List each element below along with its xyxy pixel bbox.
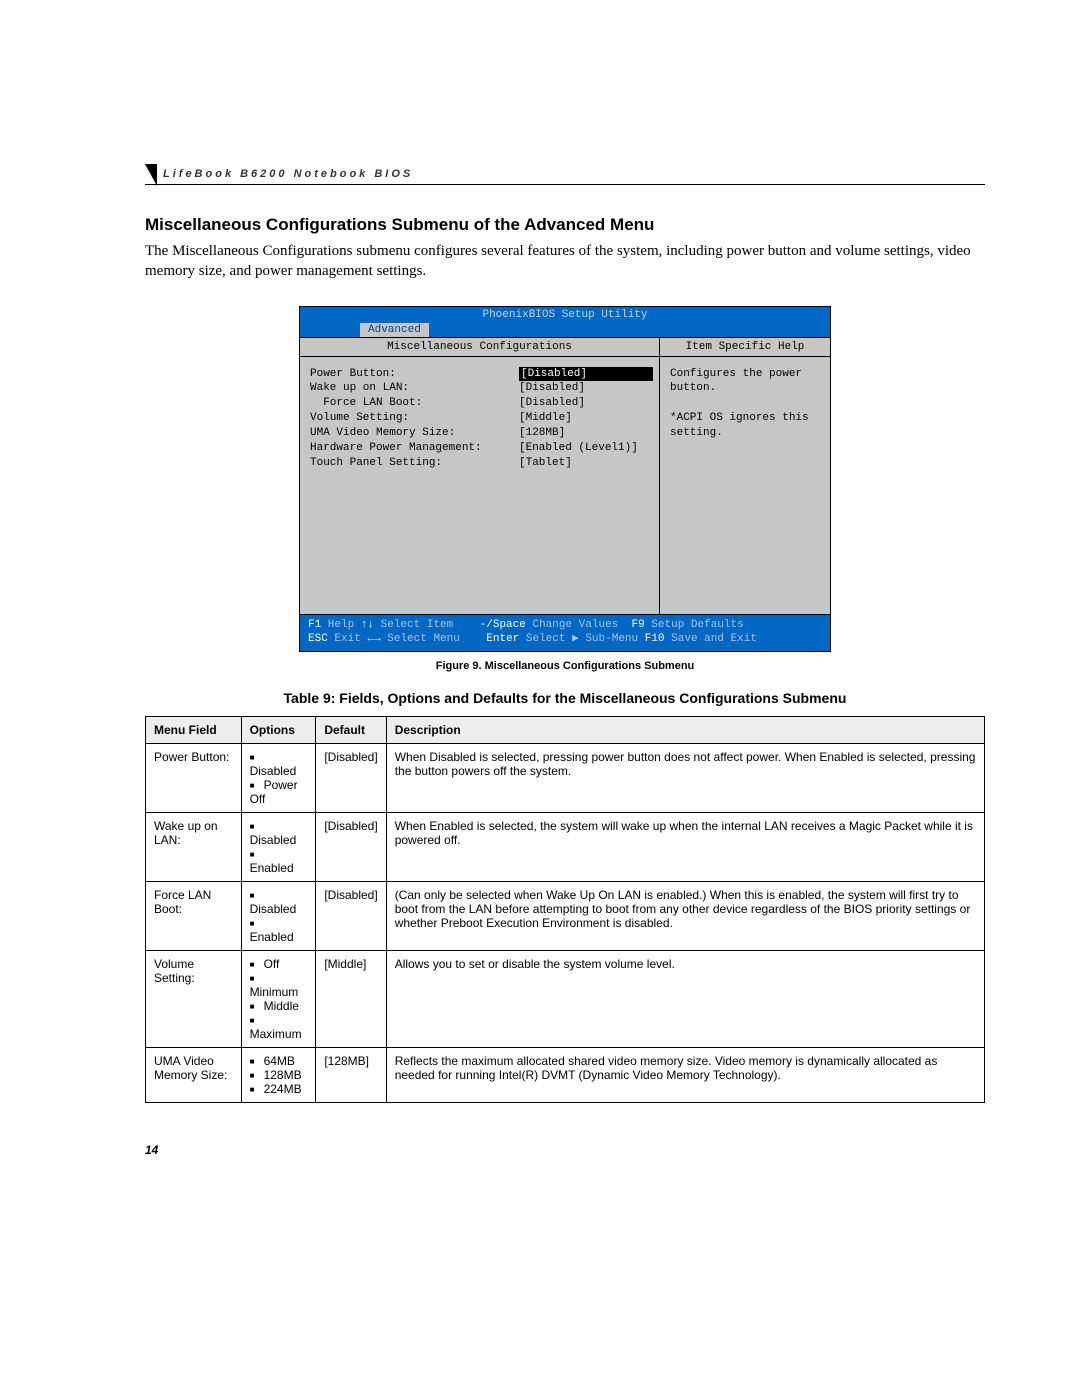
cell-options: DisabledEnabled [241,813,316,882]
option-item: 224MB [250,1082,308,1096]
cell-options: OffMinimumMiddleMaximum [241,951,316,1048]
cell-default: [128MB] [316,1048,386,1103]
bios-footer-hint: ←→ Select Menu [367,632,486,647]
table-row: Volume Setting:OffMinimumMiddleMaximum[M… [146,951,985,1048]
bios-setting-row[interactable]: UMA Video Memory Size:[128MB] [310,426,649,441]
bios-setting-value[interactable]: [Tablet] [519,456,649,471]
bios-footer-hint: F10 Save and Exit [645,632,757,647]
option-item: Off [250,957,308,971]
option-item: 128MB [250,1068,308,1082]
cell-menu-field: UMA Video Memory Size: [146,1048,242,1103]
bios-footer-keys: F1 Help ↑↓ Select Item -/Space Change Va… [300,615,830,652]
bios-tab-bar: Advanced [300,323,830,337]
bios-help-text: Configures the powerbutton. *ACPI OS ign… [660,357,830,451]
cell-description: Reflects the maximum allocated shared vi… [386,1048,984,1103]
section-title: Miscellaneous Configurations Submenu of … [145,215,985,235]
table-row: Power Button:DisabledPower Off[Disabled]… [146,744,985,813]
cell-default: [Middle] [316,951,386,1048]
bios-footer-hint: Enter Select ▶ Sub-Menu [486,632,644,647]
option-item: Enabled [250,916,308,944]
bios-right-heading: Item Specific Help [660,338,830,357]
bios-screenshot: PhoenixBIOS Setup Utility Advanced Misce… [299,306,831,653]
option-item: Power Off [250,778,308,806]
options-table: Menu FieldOptionsDefaultDescription Powe… [145,716,985,1103]
page-number: 14 [145,1143,985,1157]
bios-setting-value[interactable]: [Enabled (Level1)] [519,441,649,456]
bios-setting-label: Volume Setting: [310,411,519,426]
bios-footer-hint: ESC Exit [308,632,367,647]
bios-footer-hint: F9 Setup Defaults [632,618,744,633]
option-item: Minimum [250,971,308,999]
bios-setting-label: Force LAN Boot: [310,396,519,411]
bios-setting-label: Hardware Power Management: [310,441,519,456]
bios-help-line [670,396,820,411]
bios-setting-row[interactable]: Hardware Power Management:[Enabled (Leve… [310,441,649,456]
cell-options: DisabledEnabled [241,882,316,951]
bios-help-line: button. [670,381,820,396]
table-header-cell: Description [386,717,984,744]
cell-menu-field: Volume Setting: [146,951,242,1048]
bios-help-line: setting. [670,426,820,441]
bios-setting-label: Power Button: [310,367,519,382]
bios-left-heading: Miscellaneous Configurations [300,338,659,357]
cell-options: 64MB128MB224MB [241,1048,316,1103]
bios-setting-label: Touch Panel Setting: [310,456,519,471]
table-body: Power Button:DisabledPower Off[Disabled]… [146,744,985,1103]
table-header-row: Menu FieldOptionsDefaultDescription [146,717,985,744]
bios-setting-value[interactable]: [Middle] [519,411,649,426]
cell-default: [Disabled] [316,882,386,951]
cell-description: When Enabled is selected, the system wil… [386,813,984,882]
bios-footer-hint: -/Space Change Values [480,618,632,633]
bios-setting-label: Wake up on LAN: [310,381,519,396]
cell-default: [Disabled] [316,813,386,882]
cell-menu-field: Power Button: [146,744,242,813]
bios-setting-value[interactable]: [Disabled] [519,367,649,382]
option-item: Disabled [250,750,308,778]
table-row: Force LAN Boot:DisabledEnabled[Disabled]… [146,882,985,951]
bios-help-line: Configures the power [670,367,820,382]
bios-item-list: Power Button:[Disabled]Wake up on LAN:[D… [300,357,659,614]
intro-paragraph: The Miscellaneous Configurations submenu… [145,241,985,282]
table-header-cell: Menu Field [146,717,242,744]
bios-footer-hint: F1 Help [308,618,361,633]
option-item: Disabled [250,888,308,916]
bios-help-line: *ACPI OS ignores this [670,411,820,426]
cell-description: Allows you to set or disable the system … [386,951,984,1048]
bios-tab-advanced[interactable]: Advanced [360,323,429,337]
bios-setting-row[interactable]: Wake up on LAN:[Disabled] [310,381,649,396]
table-row: Wake up on LAN:DisabledEnabled[Disabled]… [146,813,985,882]
cell-description: (Can only be selected when Wake Up On LA… [386,882,984,951]
cell-options: DisabledPower Off [241,744,316,813]
document-page: LifeBook B6200 Notebook BIOS Miscellaneo… [0,0,1080,1397]
option-item: Enabled [250,847,308,875]
bios-setting-row[interactable]: Power Button:[Disabled] [310,367,649,382]
running-header: LifeBook B6200 Notebook BIOS [145,168,985,185]
bios-left-pane: Miscellaneous Configurations Power Butto… [300,338,660,614]
option-item: Maximum [250,1013,308,1041]
bios-setting-row[interactable]: Volume Setting:[Middle] [310,411,649,426]
option-item: 64MB [250,1054,308,1068]
bios-setting-row[interactable]: Touch Panel Setting:[Tablet] [310,456,649,471]
corner-tab-icon [145,164,157,186]
bios-setting-value[interactable]: [128MB] [519,426,649,441]
table-header-cell: Default [316,717,386,744]
option-item: Middle [250,999,308,1013]
bios-window-title: PhoenixBIOS Setup Utility [300,307,830,323]
figure-caption: Figure 9. Miscellaneous Configurations S… [145,660,985,672]
table-row: UMA Video Memory Size:64MB128MB224MB[128… [146,1048,985,1103]
cell-menu-field: Wake up on LAN: [146,813,242,882]
cell-menu-field: Force LAN Boot: [146,882,242,951]
option-item: Disabled [250,819,308,847]
table-header-cell: Options [241,717,316,744]
bios-setting-value[interactable]: [Disabled] [519,381,649,396]
cell-default: [Disabled] [316,744,386,813]
cell-description: When Disabled is selected, pressing powe… [386,744,984,813]
bios-help-pane: Item Specific Help Configures the powerb… [660,338,830,614]
table-title: Table 9: Fields, Options and Defaults fo… [145,690,985,706]
bios-setting-value[interactable]: [Disabled] [519,396,649,411]
bios-footer-hint: ↑↓ Select Item [361,618,480,633]
bios-setting-row[interactable]: Force LAN Boot:[Disabled] [310,396,649,411]
bios-setting-label: UMA Video Memory Size: [310,426,519,441]
